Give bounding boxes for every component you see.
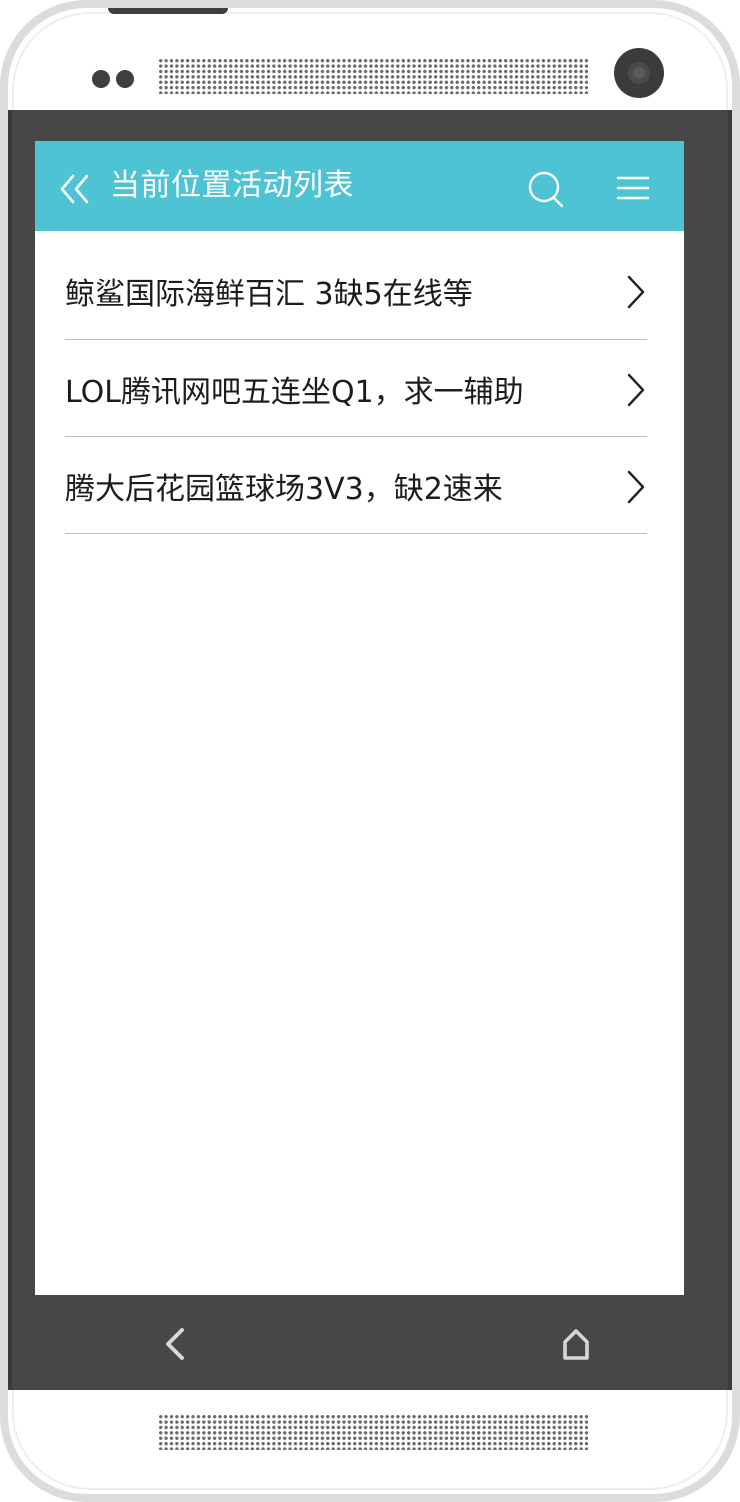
home-icon[interactable] xyxy=(561,1328,591,1360)
phone-frame: 当前位置活动列表 鲸鲨国际海鲜百汇 3缺5在线等 LOL腾讯网吧五连坐Q1，求一… xyxy=(0,0,740,1502)
list-item[interactable]: LOL腾讯网吧五连坐Q1，求一辅助 xyxy=(35,340,684,437)
activity-title: 鲸鲨国际海鲜百汇 3缺5在线等 xyxy=(65,277,473,312)
power-button xyxy=(108,8,228,14)
page-title: 当前位置活动列表 xyxy=(110,168,354,203)
hamburger-menu-icon[interactable] xyxy=(617,175,649,201)
sensor-dots xyxy=(92,68,152,92)
bottom-speaker-grille xyxy=(158,1414,588,1450)
activity-title: LOL腾讯网吧五连坐Q1，求一辅助 xyxy=(65,375,524,410)
app-header: 当前位置活动列表 xyxy=(35,141,684,231)
chevron-right-icon xyxy=(627,373,645,407)
list-divider xyxy=(65,533,647,534)
chevron-right-icon xyxy=(627,275,645,309)
double-chevron-left-icon[interactable] xyxy=(59,174,93,204)
list-item[interactable]: 鲸鲨国际海鲜百汇 3缺5在线等 xyxy=(35,231,684,340)
device-body: 当前位置活动列表 鲸鲨国际海鲜百汇 3缺5在线等 LOL腾讯网吧五连坐Q1，求一… xyxy=(8,110,732,1390)
front-camera xyxy=(614,48,664,98)
app-screen: 当前位置活动列表 鲸鲨国际海鲜百汇 3缺5在线等 LOL腾讯网吧五连坐Q1，求一… xyxy=(35,141,684,1295)
earpiece-speaker-grille xyxy=(158,58,588,94)
list-item[interactable]: 腾大后花园篮球场3V3，缺2速来 xyxy=(35,437,684,534)
search-icon[interactable] xyxy=(527,170,567,210)
activity-title: 腾大后花园篮球场3V3，缺2速来 xyxy=(65,472,503,507)
chevron-right-icon xyxy=(627,470,645,504)
activity-list: 鲸鲨国际海鲜百汇 3缺5在线等 LOL腾讯网吧五连坐Q1，求一辅助 腾大后花园篮… xyxy=(35,231,684,534)
back-icon[interactable] xyxy=(160,1326,190,1362)
